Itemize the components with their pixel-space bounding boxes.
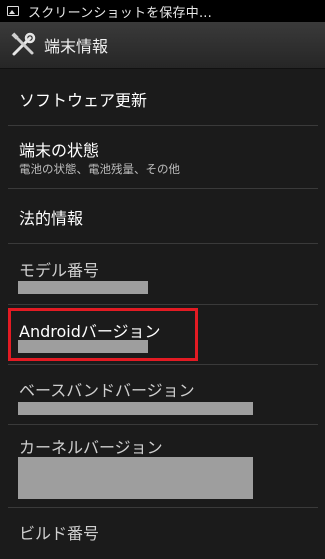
tools-icon (11, 32, 36, 56)
list-item-model-number: モデル番号 (0, 244, 325, 303)
list-item-label: ビルド番号 (19, 524, 100, 543)
red-highlight-box (8, 308, 198, 361)
list-item-subtitle: 電池の状態、電池残量、その他 (19, 162, 180, 176)
list-item-label: 端末の状態 (19, 141, 100, 160)
redacted-value (18, 281, 148, 294)
status-notification-text: スクリーンショットを保存中... (28, 5, 212, 21)
status-bar: スクリーンショットを保存中... (0, 0, 325, 22)
list-item-label: カーネルバージョン (19, 438, 163, 457)
list-item-label: ベースバンドバージョン (19, 381, 195, 400)
page-title: 端末情報 (44, 37, 109, 56)
list-item-label: ソフトウェア更新 (19, 91, 148, 110)
redacted-value (18, 402, 253, 415)
list-item-build-number: ビルド番号 (0, 508, 325, 559)
list-item-label: 法的情報 (19, 209, 84, 228)
list-item-software-update[interactable]: ソフトウェア更新 (0, 69, 325, 125)
settings-screen: スクリーンショットを保存中... 端末情報 ソフトウェア更新 端末の状態 電池の… (0, 0, 325, 559)
list-item-legal-info[interactable]: 法的情報 (0, 189, 325, 243)
list-item-label: モデル番号 (19, 261, 100, 280)
redacted-value (18, 457, 253, 499)
title-bar: 端末情報 (0, 22, 325, 69)
list-item-device-status[interactable]: 端末の状態 電池の状態、電池残量、その他 (0, 126, 325, 188)
screenshot-image-icon (7, 6, 19, 16)
